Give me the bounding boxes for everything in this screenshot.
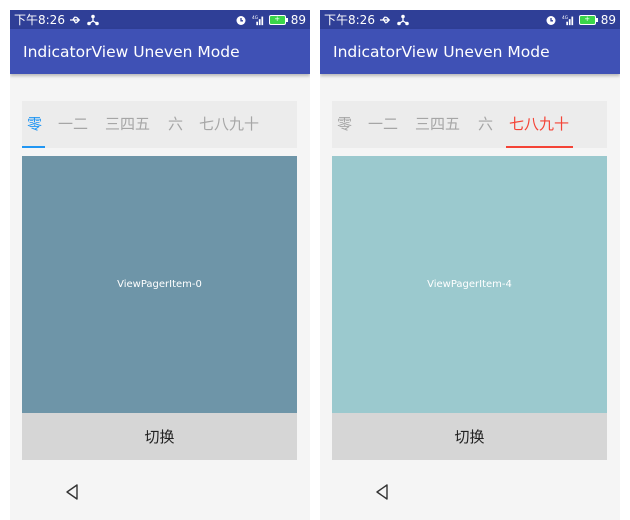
view-pager[interactable]: ViewPagerItem-4 — [332, 156, 607, 413]
status-bar: 下午8:26 4G + 89 — [10, 10, 310, 29]
status-bar: 下午8:26 4G + 89 — [320, 10, 620, 29]
tab-0[interactable]: 零 — [337, 101, 352, 148]
app-bar: IndicatorView Uneven Mode — [10, 29, 310, 74]
back-triangle-icon[interactable] — [63, 482, 83, 502]
tab-0[interactable]: 零 — [27, 101, 42, 148]
tab-1[interactable]: 一二 — [368, 101, 398, 148]
tab-4[interactable]: 七八九十 — [509, 101, 569, 148]
status-time: 下午8:26 — [14, 13, 65, 27]
signal-icon: 4G — [252, 14, 264, 26]
share-icon — [397, 14, 409, 26]
indicator-view: 零 一二 三四五 六 七八九十 — [332, 101, 607, 148]
share-icon — [87, 14, 99, 26]
battery-icon: + — [268, 14, 288, 25]
tab-1[interactable]: 一二 — [58, 101, 88, 148]
battery-level: 89 — [290, 12, 306, 27]
main-content: 零 一二 三四五 六 七八九十 ViewPagerItem-4 切换 — [320, 74, 620, 484]
tab-indicator-underline — [506, 146, 573, 148]
app-title: IndicatorView Uneven Mode — [23, 42, 240, 61]
usb-icon — [69, 14, 82, 26]
battery-level: 89 — [600, 12, 616, 27]
phone-screen-left: 下午8:26 4G + 89 IndicatorView Uneven Mode… — [10, 10, 310, 520]
pager-item-label: ViewPagerItem-0 — [117, 279, 202, 290]
signal-icon: 4G — [562, 14, 574, 26]
usb-icon — [379, 14, 392, 26]
navigation-bar — [10, 474, 310, 520]
tab-3[interactable]: 六 — [478, 101, 493, 148]
battery-icon: + — [578, 14, 598, 25]
svg-text:4G: 4G — [562, 15, 568, 21]
navigation-bar — [320, 474, 620, 520]
svg-text:4G: 4G — [252, 15, 258, 21]
tab-4[interactable]: 七八九十 — [199, 101, 259, 148]
alarm-icon — [545, 14, 557, 26]
tab-indicator-underline — [22, 146, 45, 148]
switch-button[interactable]: 切换 — [332, 413, 607, 460]
pager-item-label: ViewPagerItem-4 — [427, 279, 512, 290]
tab-2[interactable]: 三四五 — [105, 101, 150, 148]
main-content: 零 一二 三四五 六 七八九十 ViewPagerItem-0 切换 — [10, 74, 310, 484]
app-title: IndicatorView Uneven Mode — [333, 42, 550, 61]
view-pager[interactable]: ViewPagerItem-0 — [22, 156, 297, 413]
switch-button[interactable]: 切换 — [22, 413, 297, 460]
app-bar: IndicatorView Uneven Mode — [320, 29, 620, 74]
tab-2[interactable]: 三四五 — [415, 101, 460, 148]
tab-3[interactable]: 六 — [168, 101, 183, 148]
indicator-view: 零 一二 三四五 六 七八九十 — [22, 101, 297, 148]
back-triangle-icon[interactable] — [373, 482, 393, 502]
phone-screen-right: 下午8:26 4G + 89 IndicatorView Uneven Mode… — [320, 10, 620, 520]
status-time: 下午8:26 — [324, 13, 375, 27]
alarm-icon — [235, 14, 247, 26]
screenshot-stage: 下午8:26 4G + 89 IndicatorView Uneven Mode… — [0, 0, 630, 520]
